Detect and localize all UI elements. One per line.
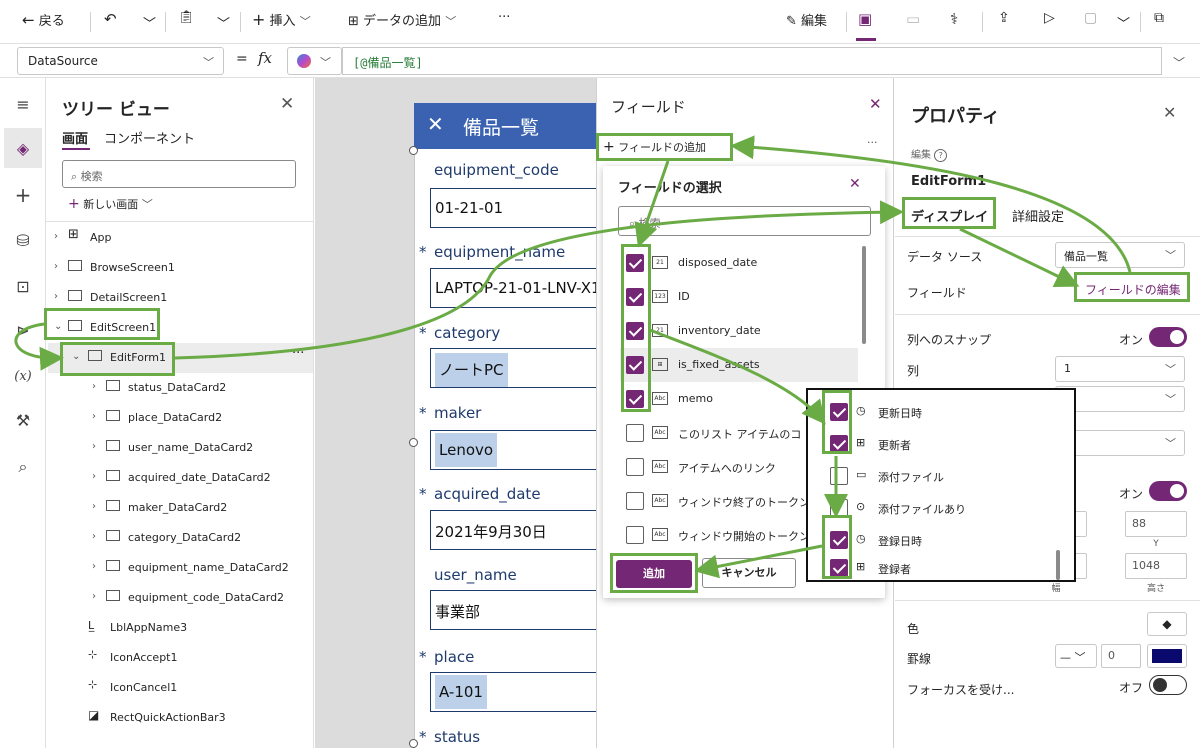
annotation-arrows bbox=[14, 135, 1132, 579]
